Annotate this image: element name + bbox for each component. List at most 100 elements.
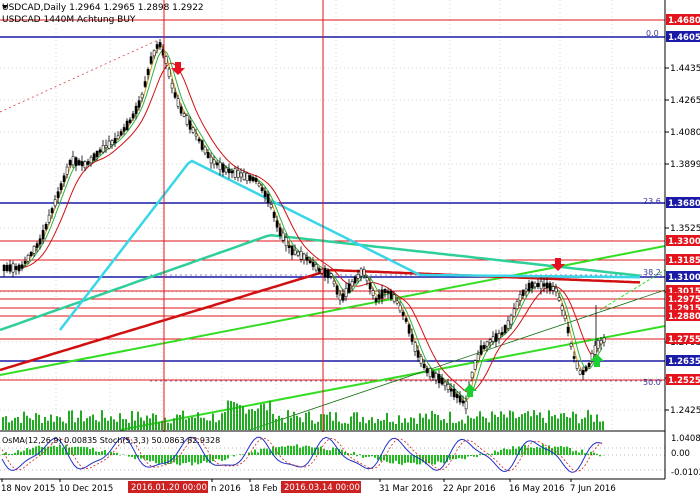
osma-bar — [233, 455, 235, 456]
osma-bar — [59, 445, 61, 455]
volume-bar — [188, 418, 190, 430]
volume-bar — [473, 419, 475, 430]
osma-bar — [140, 455, 142, 459]
volume-bar — [248, 409, 250, 430]
volume-bar — [434, 414, 436, 430]
osma-bar — [581, 450, 583, 455]
candle-body — [339, 295, 341, 300]
volume-bar — [5, 416, 7, 430]
candle-body — [411, 334, 413, 341]
volume-bar — [41, 423, 43, 430]
volume-bar — [230, 401, 232, 430]
candle-body — [417, 351, 419, 358]
volume-bar — [554, 415, 556, 430]
volume-bar — [152, 413, 154, 430]
candle-body — [258, 183, 260, 186]
candle-body — [18, 265, 20, 271]
volume-bar — [29, 418, 31, 430]
osma-bar — [599, 455, 601, 456]
indicator-axis-label: 0.00 — [671, 449, 690, 459]
osma-bar — [221, 455, 223, 461]
candle-body — [315, 264, 317, 270]
osma-bar — [353, 452, 355, 455]
osma-bar — [407, 455, 409, 462]
candle-body — [66, 167, 68, 174]
volume-bar — [224, 412, 226, 430]
volume-bar — [203, 418, 205, 430]
price-level-tag-label: 1.3680 — [668, 199, 700, 209]
volume-bar — [515, 418, 517, 430]
volume-bar — [320, 414, 322, 430]
osma-bar — [224, 455, 226, 460]
candle-body — [12, 264, 14, 272]
volume-bar — [458, 421, 460, 430]
price-level-tag-label: 1.2525 — [668, 376, 700, 386]
osma-bar — [50, 447, 52, 455]
candle-body — [9, 265, 11, 272]
candle-body — [171, 83, 173, 88]
osma-bar — [395, 455, 397, 461]
volume-bar — [278, 416, 280, 430]
volume-bar — [251, 409, 253, 430]
osma-bar — [281, 446, 283, 455]
fib-label-23-6: 23.6 — [643, 197, 661, 206]
candle-body — [426, 368, 428, 372]
volume-bar — [347, 424, 349, 430]
volume-bar — [599, 422, 601, 430]
osma-bar — [461, 455, 463, 459]
candle-body — [513, 309, 515, 316]
volume-bar — [518, 417, 520, 430]
chart-window[interactable]: USDCAD,Daily 1.2964 1.2965 1.2898 1.2922… — [0, 0, 700, 499]
price-tick-label: 1.3899 — [670, 160, 700, 170]
candle-body — [489, 340, 491, 342]
osma-bar — [350, 454, 352, 455]
osma-bar — [92, 448, 94, 455]
osma-bar — [128, 455, 130, 457]
candle-body — [111, 141, 113, 145]
candle-body — [342, 294, 344, 301]
osma-bar — [101, 451, 103, 455]
candle-body — [351, 282, 353, 286]
price-chart[interactable]: USDCAD,Daily 1.2964 1.2965 1.2898 1.2922… — [0, 0, 700, 499]
volume-bar — [422, 418, 424, 430]
time-label: n 2016 — [211, 484, 241, 494]
candle-body — [198, 139, 200, 141]
volume-bar — [35, 413, 37, 430]
osma-bar — [326, 450, 328, 455]
candle-body — [447, 384, 449, 389]
osma-bar — [536, 447, 538, 455]
osma-bar — [287, 446, 289, 455]
osma-bar — [275, 447, 277, 455]
osma-bar — [569, 448, 571, 455]
candle-body — [42, 230, 44, 239]
time-axis: 18 Nov 201510 Dec 20152016.01.20 00:00n … — [1, 479, 616, 494]
candle-body — [480, 346, 482, 355]
volume-bar — [284, 423, 286, 430]
indicator-axis-label: -0.0103 — [671, 468, 700, 478]
time-highlight-label: 2016.01.20 00:00 — [131, 483, 207, 493]
volume-bar — [386, 413, 388, 430]
candle-body — [318, 269, 320, 272]
osma-bar — [368, 455, 370, 457]
volume-bar — [470, 418, 472, 430]
main-plot-area[interactable] — [0, 0, 665, 430]
osma-bar — [218, 455, 220, 459]
volume-bar — [185, 419, 187, 430]
osma-bar — [56, 447, 58, 455]
volume-bar — [521, 414, 523, 430]
osma-bar — [86, 447, 88, 455]
volume-bar — [401, 423, 403, 430]
osma-bar — [497, 452, 499, 455]
osma-bar — [29, 449, 31, 455]
volume-bar — [236, 404, 238, 430]
osma-bar — [371, 455, 373, 456]
osma-bar — [254, 450, 256, 455]
candle-body — [27, 255, 29, 261]
volume-bar — [131, 411, 133, 430]
candle-body — [465, 401, 467, 409]
chart-header-subtitle: USDCAD 1440M Achtung BUY — [2, 15, 136, 25]
candle-body — [102, 145, 104, 152]
osma-bar — [251, 452, 253, 455]
candle-body — [33, 246, 35, 253]
osma-bar — [509, 449, 511, 455]
